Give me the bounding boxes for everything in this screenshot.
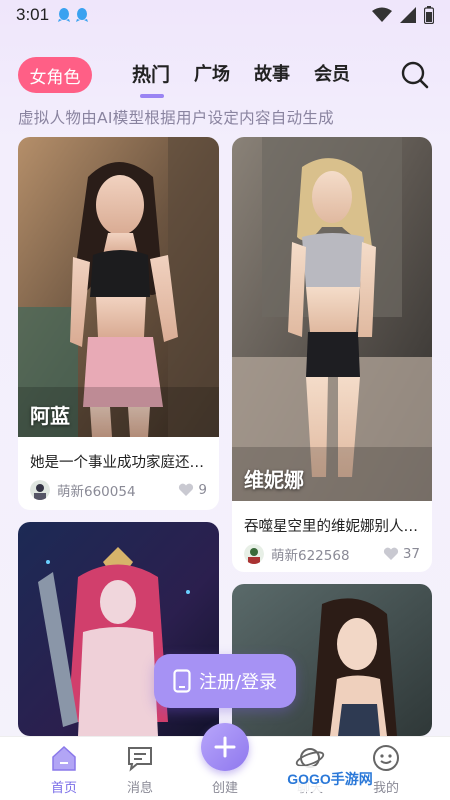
tab-label: 会员: [314, 64, 351, 85]
avatar: [30, 480, 50, 500]
character-card[interactable]: 维妮娜 吞噬星空里的维妮娜别人… 萌新622568 37: [232, 137, 432, 572]
card-meta: 萌新660054 9: [18, 472, 219, 500]
tab-story[interactable]: 故事: [254, 60, 290, 87]
character-name: 维妮娜: [244, 468, 304, 492]
status-time: 3:01: [16, 5, 50, 24]
nav-label: 消息: [126, 781, 153, 796]
register-login-button[interactable]: 注册/登录: [154, 654, 296, 708]
creator-name: 萌新660054: [57, 484, 136, 500]
tab-label: 广场: [194, 64, 231, 85]
character-image: 维妮娜: [232, 137, 432, 501]
character-description: 她是一个事业成功家庭还…: [30, 455, 204, 471]
create-button[interactable]: [201, 723, 249, 771]
nav-messages[interactable]: 消息: [110, 743, 170, 796]
nav-label: 创建: [211, 781, 238, 796]
nav-label: 我的: [372, 781, 399, 796]
tab-square[interactable]: 广场: [194, 60, 230, 87]
smile-profile-icon: [373, 745, 399, 771]
creator-name: 萌新622568: [271, 548, 350, 564]
search-icon[interactable]: [400, 60, 430, 90]
signal-icon: [400, 7, 416, 23]
plus-icon: [214, 736, 236, 758]
heart-icon: [383, 547, 398, 560]
like-count[interactable]: 37: [383, 546, 420, 562]
character-image: 阿蓝: [18, 137, 219, 437]
status-bar: 3:01: [0, 0, 450, 30]
like-count[interactable]: 9: [178, 482, 207, 498]
heart-icon: [179, 483, 194, 496]
tab-bar: 热门 广场 故事 会员: [132, 60, 350, 98]
character-card[interactable]: 阿蓝 她是一个事业成功家庭还… 萌新660054 9: [18, 137, 219, 510]
site-watermark: GOGO手游网: [286, 766, 374, 792]
watermark-text: GOGO手游网: [287, 771, 373, 787]
home-icon: [52, 745, 76, 771]
nav-home[interactable]: 首页: [34, 743, 94, 796]
tab-label: 热门: [132, 64, 171, 86]
register-login-label: 注册/登录: [198, 672, 278, 693]
category-filter-button[interactable]: 女角色: [18, 57, 92, 93]
character-name: 阿蓝: [30, 404, 70, 428]
like-count-value: 37: [402, 546, 420, 562]
battery-icon: [424, 6, 434, 24]
ai-disclaimer: 虚拟人物由AI模型根据用户设定内容自动生成: [18, 109, 334, 127]
character-description: 吞噬星空里的维妮娜别人…: [244, 519, 418, 535]
active-tab-indicator: [140, 94, 164, 98]
tab-hot[interactable]: 热门: [132, 60, 171, 98]
like-count-value: 9: [198, 482, 207, 498]
wifi-icon: [372, 7, 392, 22]
tab-label: 故事: [254, 64, 291, 85]
nav-label: 首页: [50, 781, 77, 796]
avatar: [244, 544, 264, 564]
qq-notification-icon: [76, 8, 89, 22]
phone-icon: [173, 669, 191, 693]
message-icon: [128, 747, 152, 772]
tab-member[interactable]: 会员: [314, 60, 350, 87]
card-meta: 萌新622568 37: [232, 536, 432, 564]
header: 女角色 热门 广场 故事 会员: [0, 52, 450, 98]
qq-notification-icon: [58, 8, 71, 22]
